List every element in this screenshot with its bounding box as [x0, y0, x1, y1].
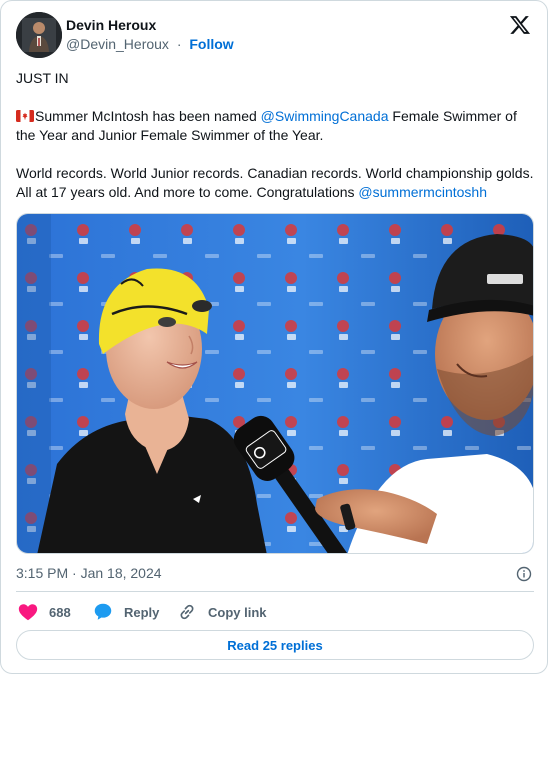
- avatar[interactable]: [16, 12, 62, 58]
- like-button[interactable]: 688: [17, 599, 71, 625]
- like-count: 688: [49, 604, 71, 620]
- heart-icon: [18, 604, 38, 621]
- separator-dot: ·: [176, 36, 182, 52]
- author-names: Devin Heroux @Devin_Heroux · Follow: [66, 17, 234, 53]
- author-display-name[interactable]: Devin Heroux: [66, 17, 234, 34]
- timestamp-row: 3:15 PM · Jan 18, 2024: [16, 564, 534, 584]
- canada-flag-icon: [16, 110, 34, 122]
- link-icon: [180, 604, 194, 620]
- x-logo-icon[interactable]: [509, 14, 531, 36]
- tweet-line-2: Summer McIntosh has been named @Swimming…: [16, 107, 538, 145]
- mention-summer-mcintosh[interactable]: @summermcintoshh: [358, 184, 487, 200]
- tweet-line-1: JUST IN: [16, 70, 69, 86]
- follow-button[interactable]: Follow: [189, 36, 233, 52]
- tweet-body: JUST IN Summer McIntosh has been named @…: [16, 69, 538, 202]
- tweet-photo[interactable]: [16, 213, 534, 554]
- divider: [16, 591, 534, 592]
- read-replies-button[interactable]: Read 25 replies: [16, 630, 534, 660]
- tweet-header: Devin Heroux @Devin_Heroux · Follow: [16, 12, 533, 60]
- action-bar: 688 Reply Copy link: [16, 599, 534, 625]
- copy-link-button[interactable]: Copy link: [176, 599, 267, 625]
- reply-button[interactable]: Reply: [92, 599, 159, 625]
- info-icon[interactable]: [516, 566, 532, 582]
- speech-bubble-icon: [94, 603, 112, 620]
- mention-swimming-canada[interactable]: @SwimmingCanada: [261, 108, 389, 124]
- tweet-card: Devin Heroux @Devin_Heroux · Follow JUST…: [0, 0, 548, 674]
- reply-label: Reply: [124, 604, 160, 620]
- tweet-timestamp[interactable]: 3:15 PM · Jan 18, 2024: [16, 565, 162, 581]
- tweet-line-3: World records. World Junior records. Can…: [16, 164, 538, 202]
- copy-link-label: Copy link: [208, 604, 267, 620]
- author-handle-row: @Devin_Heroux · Follow: [66, 35, 234, 53]
- tweet-line-2-text-a: Summer McIntosh has been named: [35, 108, 261, 124]
- author-handle[interactable]: @Devin_Heroux: [66, 36, 169, 52]
